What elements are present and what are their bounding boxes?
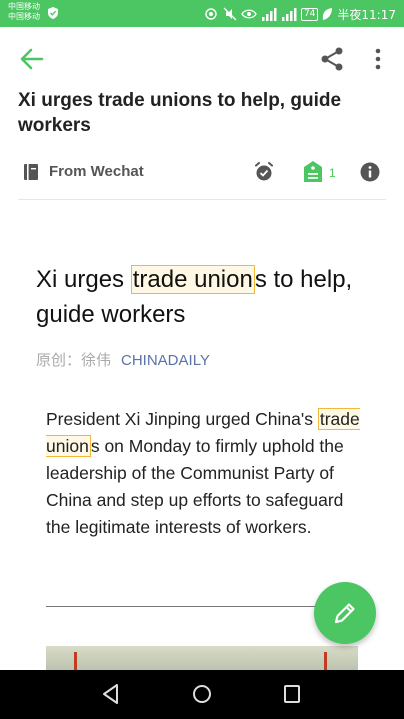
signal-2-icon (281, 7, 297, 21)
note-title: Xi urges trade unions to help, guide wor… (18, 90, 342, 136)
tag-icon[interactable] (304, 161, 322, 182)
article-byline: 原创：徐伟 CHINADAILY (36, 349, 210, 370)
reminder-alarm-icon[interactable] (254, 162, 274, 182)
note-meta-row: From Wechat 1 (18, 156, 388, 188)
byline-source-link[interactable]: CHINADAILY (121, 352, 210, 369)
carrier-1: 中国移动 (8, 2, 40, 11)
system-nav-bar (0, 670, 404, 719)
leaf-icon (323, 7, 333, 20)
tag-count: 1 (329, 166, 336, 180)
article-title-text-start: Xi urges (36, 266, 131, 293)
more-vertical-icon[interactable] (370, 46, 386, 72)
battery-indicator: 74 (300, 7, 319, 21)
info-icon[interactable] (360, 162, 380, 182)
back-arrow-icon[interactable] (18, 45, 46, 73)
app-bar (0, 27, 404, 87)
nav-home-icon[interactable] (192, 683, 212, 705)
edit-note-button[interactable] (314, 582, 376, 644)
status-icons: 74 半夜11:17 (203, 5, 396, 23)
eye-icon (241, 9, 257, 19)
status-bar: 中国移动 中国移动 74 半夜11:17 (0, 0, 404, 27)
shield-check-icon (48, 7, 58, 19)
nav-back-icon[interactable] (101, 683, 121, 705)
header-divider (18, 199, 386, 200)
share-icon[interactable] (319, 46, 345, 72)
article-body-text-start: President Xi Jinping urged China's (46, 409, 318, 429)
article-image (46, 646, 358, 672)
flag-pole-left (74, 652, 77, 672)
article-title: Xi urges trade unions to help, guide wor… (36, 262, 376, 332)
article-body-text-end: s on Monday to firmly uphold the leaders… (46, 436, 344, 537)
battery-level: 74 (300, 7, 319, 21)
byline-author: 原创：徐伟 (36, 351, 112, 369)
status-time: 半夜11:17 (337, 7, 396, 22)
carrier-labels: 中国移动 中国移动 (8, 2, 40, 22)
mute-icon (223, 7, 237, 21)
notebook-source-label[interactable]: From Wechat (49, 163, 144, 180)
nfc-icon (205, 8, 217, 20)
signal-1-icon (261, 7, 277, 21)
notebook-icon (24, 164, 38, 180)
article-separator (46, 606, 346, 607)
article-title-highlight[interactable]: trade union (130, 265, 255, 294)
nav-recent-apps-icon[interactable] (283, 684, 301, 704)
article-body: President Xi Jinping urged China's trade… (46, 406, 362, 541)
flag-pole-right (324, 652, 327, 672)
pencil-icon (334, 603, 355, 624)
carrier-2: 中国移动 (8, 12, 40, 21)
